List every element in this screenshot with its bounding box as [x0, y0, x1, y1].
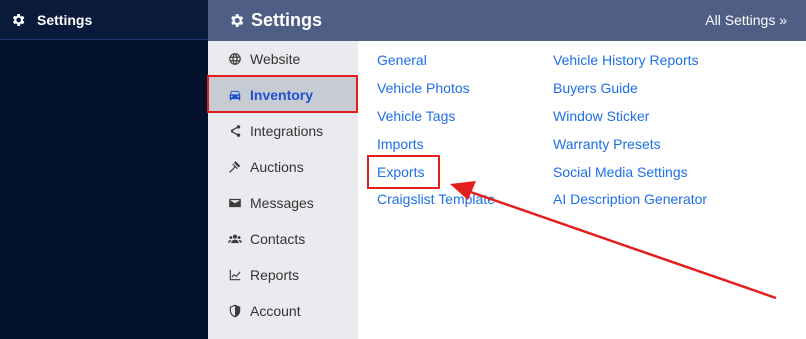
- nav-item-label: Contacts: [250, 231, 306, 247]
- gear-icon: [13, 13, 25, 26]
- left-sidebar: Settings: [0, 0, 208, 339]
- nav-item-account[interactable]: Account: [208, 293, 358, 329]
- nav-item-inventory[interactable]: Inventory: [208, 77, 358, 113]
- nav-item-label: Account: [250, 303, 301, 319]
- shield-icon: [229, 304, 241, 318]
- gear-icon: [231, 14, 244, 27]
- link-exports[interactable]: Exports: [377, 164, 424, 180]
- nav-item-label: Auctions: [250, 159, 304, 175]
- sidebar-header[interactable]: Settings: [0, 0, 208, 40]
- sidebar-header-title: Settings: [37, 11, 93, 28]
- share-icon: [230, 125, 241, 137]
- link-vehicle-tags[interactable]: Vehicle Tags: [377, 108, 455, 124]
- nav-item-label: Integrations: [250, 123, 324, 139]
- gavel-icon: [229, 161, 241, 173]
- link-vehicle-history-reports[interactable]: Vehicle History Reports: [553, 52, 699, 68]
- users-icon: [228, 234, 242, 244]
- link-buyers-guide[interactable]: Buyers Guide: [553, 80, 638, 96]
- nav-item-auctions[interactable]: Auctions: [208, 149, 358, 185]
- settings-nav: Website Inventory Integrations Auctions …: [208, 41, 358, 339]
- link-imports[interactable]: Imports: [377, 136, 424, 152]
- link-general[interactable]: General: [377, 52, 427, 68]
- envelope-icon: [229, 198, 241, 208]
- nav-item-label: Website: [250, 51, 301, 67]
- link-vehicle-photos[interactable]: Vehicle Photos: [377, 80, 470, 96]
- chart-line-icon: [229, 269, 241, 281]
- link-window-sticker[interactable]: Window Sticker: [553, 108, 649, 124]
- link-warranty-presets[interactable]: Warranty Presets: [553, 136, 661, 152]
- nav-item-messages[interactable]: Messages: [208, 185, 358, 221]
- link-social-media-settings[interactable]: Social Media Settings: [553, 164, 688, 180]
- nav-item-label: Reports: [250, 267, 300, 283]
- nav-item-contacts[interactable]: Contacts: [208, 221, 358, 257]
- globe-icon: [229, 53, 241, 65]
- nav-item-reports[interactable]: Reports: [208, 257, 358, 293]
- nav-item-label: Inventory: [250, 87, 314, 103]
- all-settings-link[interactable]: All Settings »: [705, 12, 787, 28]
- nav-item-label: Messages: [250, 195, 314, 211]
- settings-top-bar: Settings All Settings »: [208, 0, 806, 41]
- nav-item-integrations[interactable]: Integrations: [208, 113, 358, 149]
- nav-item-website[interactable]: Website: [208, 41, 358, 77]
- page-title: Settings: [251, 10, 323, 30]
- link-craigslist-template[interactable]: Craigslist Template: [377, 191, 495, 207]
- link-ai-description-generator[interactable]: AI Description Generator: [553, 191, 707, 207]
- car-icon: [229, 90, 241, 101]
